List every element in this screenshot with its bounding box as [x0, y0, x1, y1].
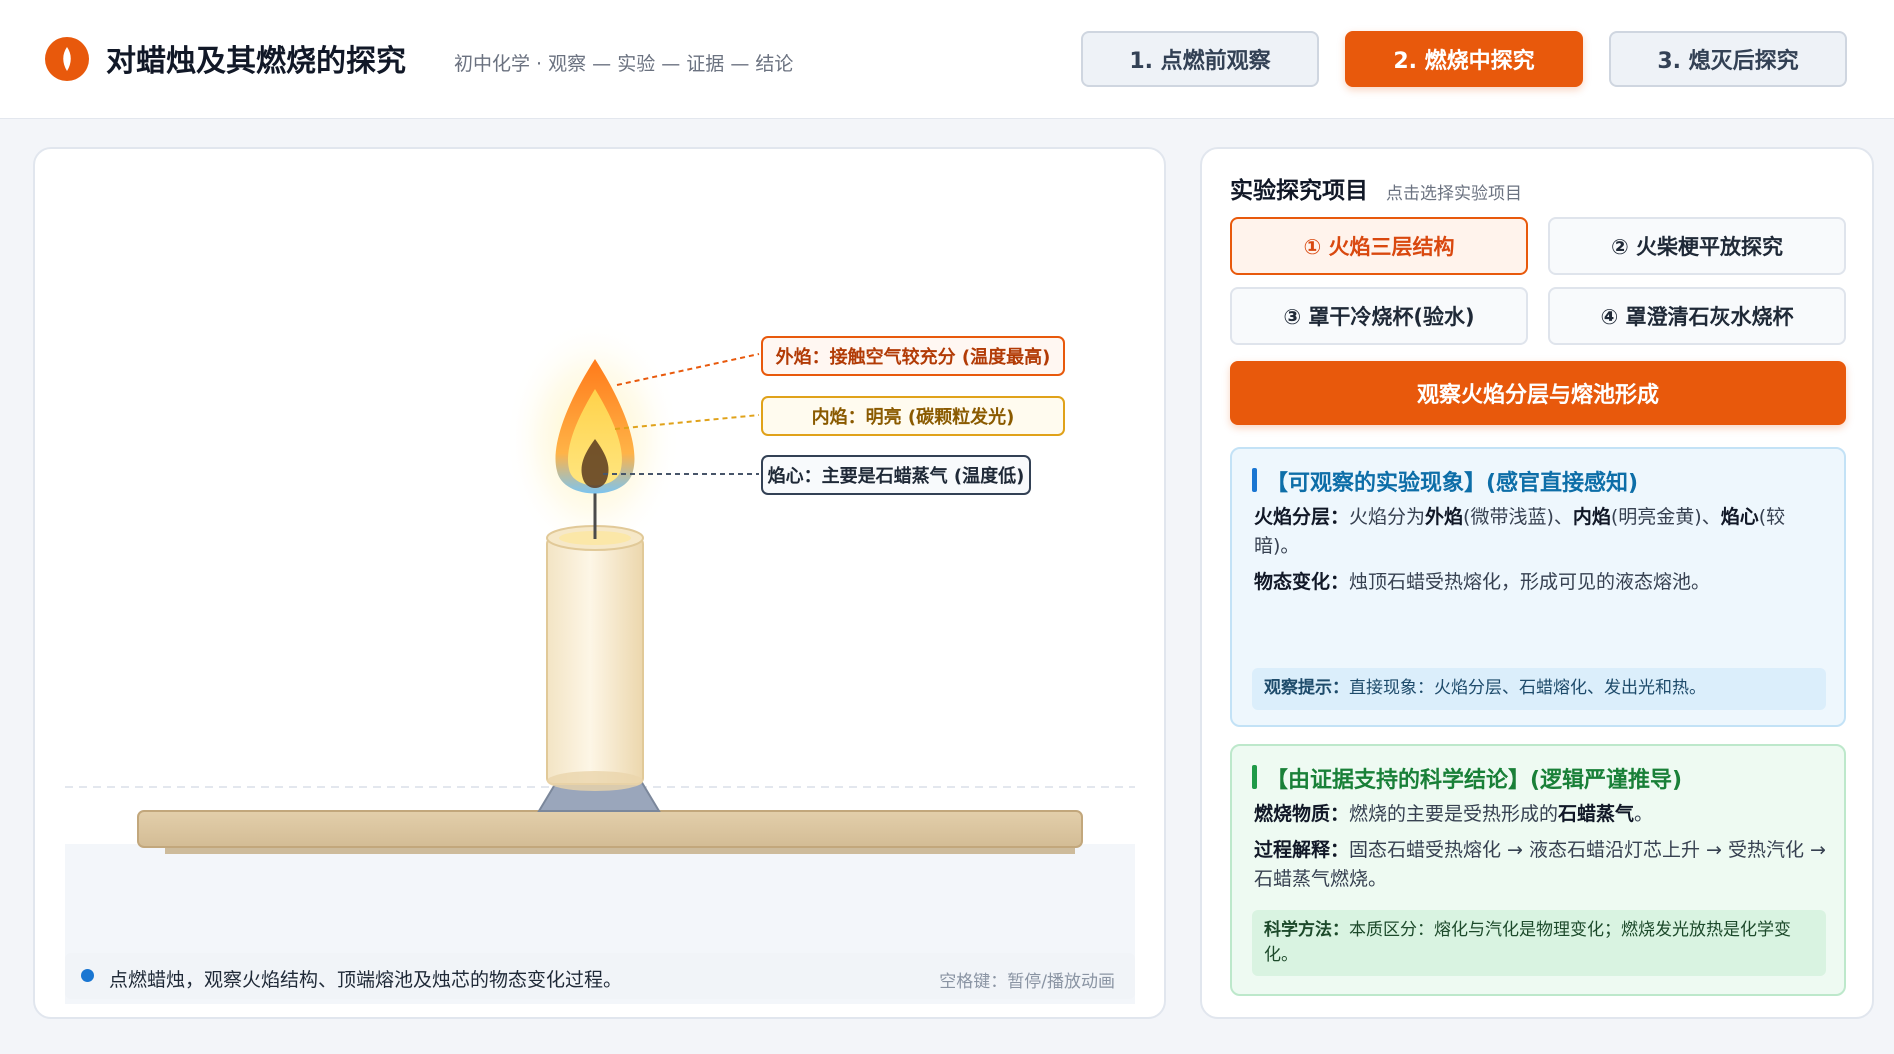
app-header: 对蜡烛及其燃烧的探究 初中化学 · 观察 — 实验 — 证据 — 结论 1. 点… [0, 0, 1894, 119]
observation-heading: 【可观察的实验现象】(感官直接感知) [1252, 465, 1638, 497]
app-title: 对蜡烛及其燃烧的探究 [106, 44, 406, 79]
conclusion-line-process: 过程解释：固态石蜡受热熔化 → 液态石蜡沿灯芯上升 → 受热汽化 → 石蜡蒸气燃… [1254, 839, 1826, 890]
conclusion-card: 【由证据支持的科学结论】(逻辑严谨推导) 燃烧物质：燃烧的主要是受热形成的石蜡蒸… [1230, 744, 1846, 996]
status-text: 点燃蜡烛，观察火焰结构、顶端熔池及烛芯的物态变化过程。 [109, 969, 623, 991]
app-subtitle: 初中化学 · 观察 — 实验 — 证据 — 结论 [454, 53, 794, 75]
experiment-flame-structure-button[interactable]: ① 火焰三层结构 [1230, 217, 1528, 275]
conclusion-heading: 【由证据支持的科学结论】(逻辑严谨推导) [1252, 762, 1682, 794]
outer-flame-label: 外焰：接触空气较充分 (温度最高) [761, 336, 1065, 376]
candle-body [546, 537, 644, 785]
table [137, 810, 1083, 848]
status-bar: 点燃蜡烛，观察火焰结构、顶端熔池及烛芯的物态变化过程。 空格键：暂停/播放动画 [65, 953, 1135, 999]
observe-action-button[interactable]: 观察火焰分层与熔池形成 [1230, 361, 1846, 425]
flame-logo-icon [45, 37, 89, 81]
experiment-stage: 外焰：接触空气较充分 (温度最高) 内焰：明亮 (碳颗粒发光) 焰心：主要是石蜡… [33, 147, 1166, 1019]
keyboard-hint: 空格键：暂停/播放动画 [939, 972, 1115, 992]
flame-core-label: 焰心：主要是石蜡蒸气 (温度低) [761, 455, 1031, 495]
tab-before-lighting[interactable]: 1. 点燃前观察 [1081, 31, 1319, 87]
conclusion-line-substance: 燃烧物质：燃烧的主要是受热形成的石蜡蒸气。 [1254, 803, 1654, 825]
experiment-limewater-beaker-button[interactable]: ④ 罩澄清石灰水烧杯 [1548, 287, 1846, 345]
observation-line-state: 物态变化：烛顶石蜡受热熔化，形成可见的液态熔池。 [1254, 571, 1711, 593]
panel-subtitle: 点击选择实验项目 [1386, 184, 1522, 204]
experiment-matchstick-button[interactable]: ② 火柴梗平放探究 [1548, 217, 1846, 275]
inner-flame-label: 内焰：明亮 (碳颗粒发光) [761, 396, 1065, 436]
panel-title: 实验探究项目 [1230, 178, 1368, 204]
status-dot-icon [81, 969, 94, 982]
observation-tip: 观察提示：直接现象：火焰分层、石蜡熔化、发出光和热。 [1252, 668, 1826, 710]
tab-during-burning[interactable]: 2. 燃烧中探究 [1345, 31, 1583, 87]
candle-scene [65, 319, 1135, 1004]
observation-card: 【可观察的实验现象】(感官直接感知) 火焰分层：火焰分为外焰(微带浅蓝)、内焰(… [1230, 447, 1846, 727]
tab-after-extinguish[interactable]: 3. 熄灭后探究 [1609, 31, 1847, 87]
observation-line-flame: 火焰分层：火焰分为外焰(微带浅蓝)、内焰(明亮金黄)、焰心(较暗)。 [1254, 506, 1786, 557]
conclusion-tip: 科学方法：本质区分：熔化与汽化是物理变化；燃烧发光放热是化学变化。 [1252, 910, 1826, 976]
experiment-panel: 实验探究项目 点击选择实验项目 ① 火焰三层结构 ② 火柴梗平放探究 ③ 罩干冷… [1200, 147, 1874, 1019]
experiment-dry-beaker-button[interactable]: ③ 罩干冷烧杯(验水) [1230, 287, 1528, 345]
